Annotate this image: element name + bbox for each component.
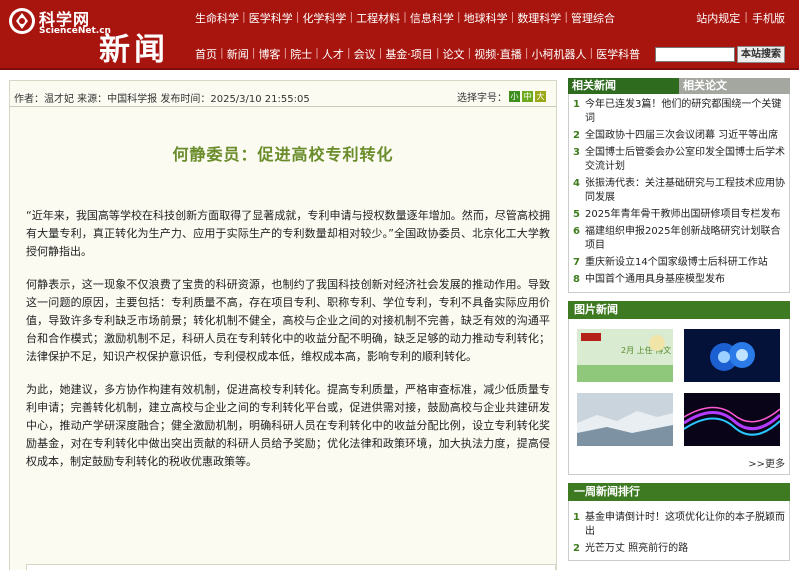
photo-news-panel: 2月 上任·博文 >>更多 xyxy=(568,319,790,475)
related-news-item[interactable]: 6 福建组织申报2025年创新战略研究计划联合项目 xyxy=(573,225,785,253)
font-size-selector: 选择字号： 小 中 大 xyxy=(457,89,546,104)
font-size-small-button[interactable]: 小 xyxy=(509,91,520,102)
tab-related-papers[interactable]: 相关论文 xyxy=(679,78,790,94)
news-rank: 2 xyxy=(573,130,580,141)
news-link[interactable]: 基金申请倒计时！这项优化让你的本子脱颖而出 xyxy=(585,511,785,539)
news-rank: 8 xyxy=(573,274,580,285)
site-header: 科学网 ScienceNet.cn 新闻 生命科学 | 医学科学 | 化学科学 | 工… xyxy=(0,0,799,70)
nav-news[interactable]: 新闻 xyxy=(225,46,251,62)
article-meta-bar: 作者：温才妃 来源：中国科学报 发布时间：2025/3/10 21:55:05 … xyxy=(10,81,556,107)
sidebar: 相关新闻 相关论文 1 今年已连发3篇！他们的研究都围绕一个关键词 2 全国政协十四… xyxy=(568,78,790,561)
news-rank: 4 xyxy=(573,178,580,189)
nav-blog[interactable]: 博客 xyxy=(256,46,282,62)
subject-nav-earth[interactable]: 地球科学 xyxy=(462,10,510,26)
subject-nav-engineering[interactable]: 工程材料 xyxy=(354,10,402,26)
news-link[interactable]: 张振涛代表：关注基础研究与工程技术应用协同发展 xyxy=(585,177,785,205)
font-size-large-button[interactable]: 大 xyxy=(535,91,546,102)
subject-nav-medical[interactable]: 医学科学 xyxy=(247,10,295,26)
photo-news-thumbnail[interactable] xyxy=(577,393,673,446)
subject-nav-chemistry[interactable]: 化学科学 xyxy=(300,10,348,26)
font-size-label: 选择字号： xyxy=(457,93,507,104)
nav-home[interactable]: 首页 xyxy=(193,46,219,62)
related-news-item[interactable]: 2 全国政协十四届三次会议闭幕 习近平等出席 xyxy=(573,129,785,143)
related-news-item[interactable]: 4 张振涛代表：关注基础研究与工程技术应用协同发展 xyxy=(573,177,785,205)
top-links: 站内规定 | 手机版 xyxy=(694,10,787,26)
photo-news-more-link[interactable]: >>更多 xyxy=(748,455,785,470)
nav-paper[interactable]: 论文 xyxy=(441,46,467,62)
photo-news-thumbnail[interactable] xyxy=(684,393,780,446)
search-input[interactable] xyxy=(655,47,735,62)
news-link[interactable]: 光芒万丈 照亮前行的路 xyxy=(585,542,785,556)
nav-fund[interactable]: 基金·项目 xyxy=(383,46,435,62)
mobile-link[interactable]: 手机版 xyxy=(750,10,787,26)
weekly-ranking-title: 一周新闻排行 xyxy=(568,483,790,501)
article-paragraph: 何静表示，这一现象不仅浪费了宝贵的科研资源，也制约了我国科技创新对经济社会发展的… xyxy=(26,278,550,363)
nav-talent[interactable]: 人才 xyxy=(320,46,346,62)
article-paragraph: “近年来，我国高等学校在科技创新方面取得了显著成就，专利申请与授权数量逐年增加。… xyxy=(26,209,550,258)
nav-video[interactable]: 视频·直播 xyxy=(472,46,524,62)
header-divider xyxy=(0,68,799,70)
article-paragraph: 为此，她建议，多方协作构建有效机制，促进高校专利转化。提高专利质量，严格审查标准… xyxy=(26,383,550,468)
main-nav: 首页 | 新闻 | 博客 | 院士 | 人才 | 会议 | 基金·项目 | 论文 | 视频·直播… xyxy=(193,46,642,62)
nav-science-popular[interactable]: 医学科普 xyxy=(594,46,642,62)
article-body: “近年来，我国高等学校在科技创新方面取得了显著成就，专利申请与授权数量逐年增加。… xyxy=(26,207,550,486)
news-rank: 1 xyxy=(573,512,580,523)
news-rank: 2 xyxy=(573,543,580,554)
weekly-news-item[interactable]: 2 光芒万丈 照亮前行的路 xyxy=(573,542,785,556)
news-link[interactable]: 福建组织申报2025年创新战略研究计划联合项目 xyxy=(585,225,785,253)
channel-title: 新闻 xyxy=(99,32,169,68)
site-rules-link[interactable]: 站内规定 xyxy=(694,10,742,26)
logo-emblem-icon xyxy=(9,8,35,34)
subject-nav: 生命科学 | 医学科学 | 化学科学 | 工程材料 | 信息科学 | 地球科学 | 数理科学… xyxy=(193,10,617,26)
subject-nav-math-physics[interactable]: 数理科学 xyxy=(515,10,563,26)
photo-news-thumbnail[interactable] xyxy=(684,329,780,382)
article-footer-box xyxy=(26,564,556,570)
related-news-item[interactable]: 1 今年已连发3篇！他们的研究都围绕一个关键词 xyxy=(573,98,785,126)
subject-nav-information[interactable]: 信息科学 xyxy=(408,10,456,26)
news-link[interactable]: 重庆新设立14个国家级博士后科研工作站 xyxy=(585,256,785,270)
news-link[interactable]: 中国首个通用具身基座模型发布 xyxy=(585,273,785,287)
news-rank: 3 xyxy=(573,147,580,158)
article-meta: 作者：温才妃 来源：中国科学报 发布时间：2025/3/10 21:55:05 xyxy=(14,94,310,105)
related-news-item[interactable]: 8 中国首个通用具身基座模型发布 xyxy=(573,273,785,287)
nav-meeting[interactable]: 会议 xyxy=(352,46,378,62)
site-logo[interactable]: 科学网 ScienceNet.cn xyxy=(8,6,111,38)
related-news-list: 1 今年已连发3篇！他们的研究都围绕一个关键词 2 全国政协十四届三次会议闭幕 习近… xyxy=(568,94,790,293)
related-tabs: 相关新闻 相关论文 xyxy=(568,78,790,94)
search-button[interactable]: 本站搜索 xyxy=(737,46,785,63)
article-panel: 作者：温才妃 来源：中国科学报 发布时间：2025/3/10 21:55:05 … xyxy=(9,80,557,570)
font-size-medium-button[interactable]: 中 xyxy=(522,91,533,102)
news-rank: 6 xyxy=(573,226,580,237)
nav-academician[interactable]: 院士 xyxy=(288,46,314,62)
article-title: 何静委员：促进高校专利转化 xyxy=(172,145,394,164)
news-link[interactable]: 今年已连发3篇！他们的研究都围绕一个关键词 xyxy=(585,98,785,126)
related-news-item[interactable]: 5 2025年青年骨干教师出国研修项目专栏发布 xyxy=(573,208,785,222)
news-rank: 7 xyxy=(573,257,580,268)
news-link[interactable]: 全国政协十四届三次会议闭幕 习近平等出席 xyxy=(585,129,785,143)
nav-robot[interactable]: 小柯机器人 xyxy=(529,46,588,62)
subject-nav-management[interactable]: 管理综合 xyxy=(569,10,617,26)
weekly-ranking-list: 1 基金申请倒计时！这项优化让你的本子脱颖而出 2 光芒万丈 照亮前行的路 xyxy=(568,501,790,561)
news-rank: 5 xyxy=(573,209,580,220)
news-link[interactable]: 2025年青年骨干教师出国研修项目专栏发布 xyxy=(585,208,785,222)
news-rank: 1 xyxy=(573,99,580,110)
weekly-news-item[interactable]: 1 基金申请倒计时！这项优化让你的本子脱颖而出 xyxy=(573,511,785,539)
news-link[interactable]: 全国博士后管委会办公室印发全国博士后学术交流计划 xyxy=(585,146,785,174)
subject-nav-life[interactable]: 生命科学 xyxy=(193,10,241,26)
photo-news-title: 图片新闻 xyxy=(568,301,790,319)
related-news-item[interactable]: 7 重庆新设立14个国家级博士后科研工作站 xyxy=(573,256,785,270)
photo-news-thumbnail[interactable]: 2月 上任·博文 xyxy=(577,329,673,382)
related-news-item[interactable]: 3 全国博士后管委会办公室印发全国博士后学术交流计划 xyxy=(573,146,785,174)
tab-related-news[interactable]: 相关新闻 xyxy=(568,78,679,94)
